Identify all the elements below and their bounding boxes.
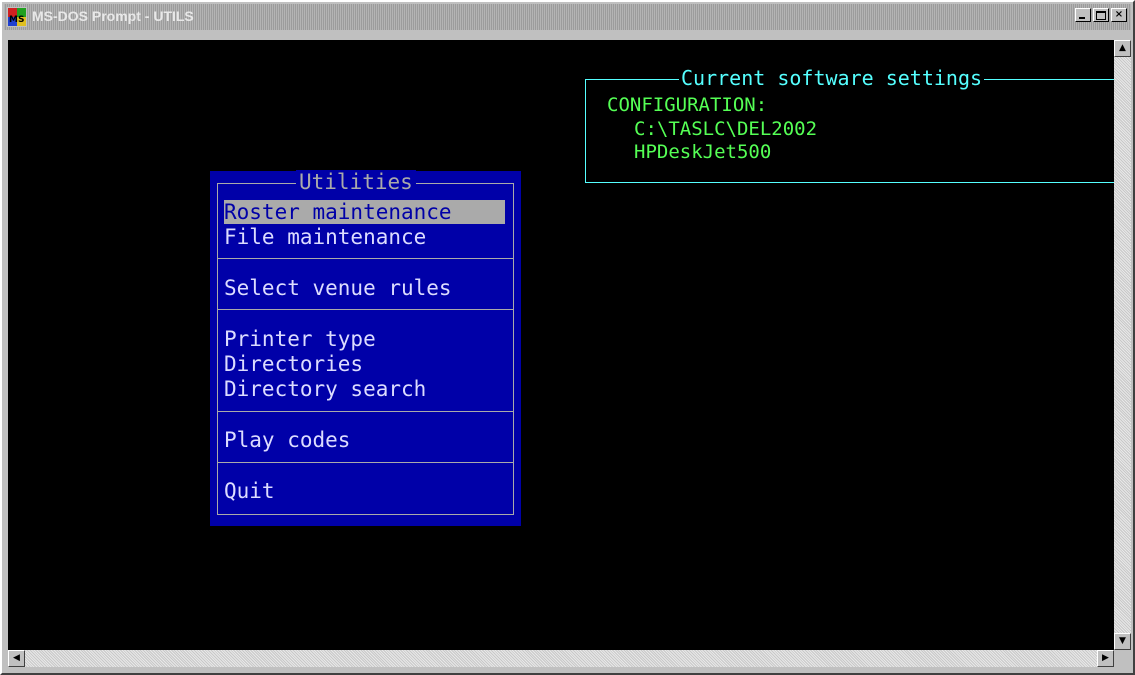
dos-window: MS MS-DOS Prompt - UTILS × Current softw… (0, 0, 1135, 675)
minimize-button[interactable] (1075, 8, 1091, 22)
console-screen[interactable]: Current software settings CONFIGURATION:… (8, 40, 1114, 650)
menu-divider (218, 309, 513, 310)
close-button[interactable]: × (1111, 8, 1127, 22)
utilities-menu: Utilities Roster maintenance File mainte… (210, 170, 521, 526)
menu-item-printer-type[interactable]: Printer type (224, 327, 376, 351)
settings-panel: Current software settings CONFIGURATION:… (585, 67, 1114, 183)
menu-frame: Utilities Roster maintenance File mainte… (217, 170, 514, 515)
menu-divider (218, 258, 513, 259)
menu-divider (218, 462, 513, 463)
horizontal-scrollbar[interactable]: ◀ ▶ (8, 650, 1114, 667)
menu-item-select-venue-rules[interactable]: Select venue rules (224, 276, 452, 300)
settings-configuration-label: CONFIGURATION: (607, 94, 768, 116)
menu-item-play-codes[interactable]: Play codes (224, 428, 350, 452)
maximize-button[interactable] (1093, 8, 1109, 22)
size-grip[interactable] (1114, 650, 1131, 667)
menu-item-file-maintenance[interactable]: File maintenance (224, 225, 426, 249)
settings-title: Current software settings (679, 66, 985, 90)
menu-item-roster-maintenance[interactable]: Roster maintenance (224, 200, 505, 224)
scroll-down-button[interactable]: ▼ (1114, 633, 1131, 650)
menu-item-directories[interactable]: Directories (224, 352, 363, 376)
scroll-right-button[interactable]: ▶ (1097, 650, 1114, 667)
vertical-scrollbar[interactable]: ▲ ▼ (1114, 40, 1131, 650)
menu-title: Utilities (296, 170, 416, 194)
settings-config-path: C:\TASLC\DEL2002 (634, 118, 818, 140)
svg-text:MS: MS (9, 15, 24, 25)
title-bar[interactable]: MS MS-DOS Prompt - UTILS × (4, 4, 1131, 30)
scroll-up-button[interactable]: ▲ (1114, 40, 1131, 57)
scroll-left-button[interactable]: ◀ (8, 650, 25, 667)
menu-item-quit[interactable]: Quit (224, 479, 275, 503)
menu-item-directory-search[interactable]: Directory search (224, 377, 426, 401)
settings-printer: HPDeskJet500 (634, 141, 772, 163)
ms-dos-icon: MS (7, 7, 27, 27)
menu-divider (218, 411, 513, 412)
window-title: MS-DOS Prompt - UTILS (32, 8, 194, 24)
